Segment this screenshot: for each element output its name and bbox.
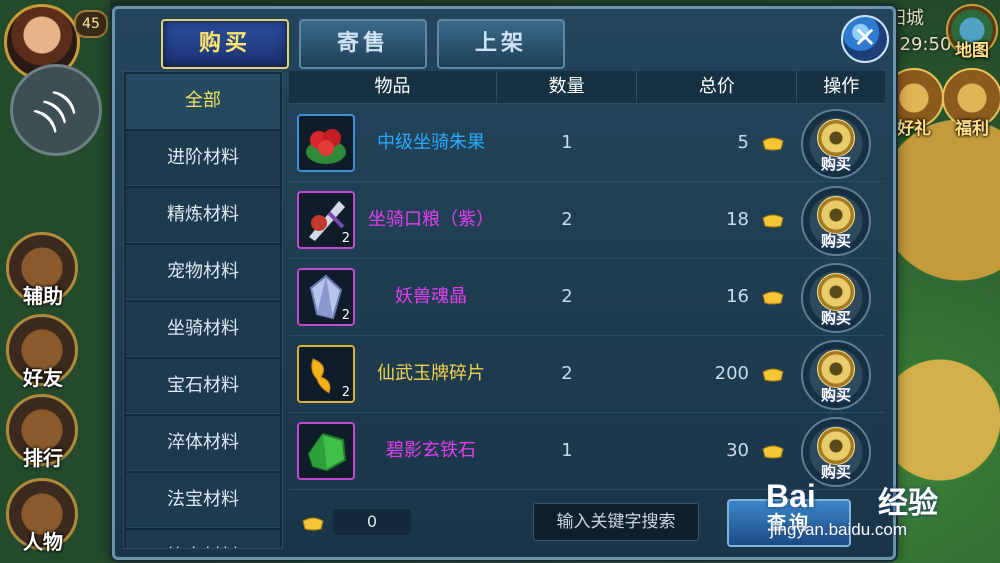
tab-list[interactable]: 上架: [437, 19, 565, 69]
item-name: 碧影玄铁石: [386, 440, 476, 461]
watermark-brand-suffix: 经验: [878, 486, 938, 521]
item-price: 5: [737, 132, 749, 153]
gold-balance: 0: [333, 509, 411, 535]
tab-buy[interactable]: 购买: [161, 19, 289, 69]
category-all[interactable]: 全部: [126, 74, 280, 129]
watermark-brand: Bai: [766, 478, 816, 514]
category-refine[interactable]: 精炼材料: [126, 188, 280, 243]
close-icon: ✕: [853, 21, 877, 54]
tab-consign[interactable]: 寄售: [299, 19, 427, 69]
buy-button[interactable]: 购买: [801, 186, 871, 256]
item-price: 30: [726, 440, 749, 461]
table-row: 2 妖兽魂晶 2 16 购买: [289, 259, 885, 336]
category-mount[interactable]: 坐骑材料: [126, 302, 280, 357]
character-label: 人物: [23, 530, 63, 554]
soul-crystal-icon[interactable]: 2: [297, 268, 355, 326]
table-row: 2 坐骑口粮（紫） 2 18 购买: [289, 182, 885, 259]
icon-stack-count: 2: [341, 231, 350, 246]
coin-icon: [817, 119, 855, 157]
map-button[interactable]: 地图: [946, 4, 998, 61]
category-treasure[interactable]: 法宝材料: [126, 473, 280, 528]
item-quantity: 2: [561, 363, 573, 384]
table-row: 中级坐骑朱果 1 5 购买: [289, 105, 885, 182]
header-quantity: 数量: [497, 71, 638, 103]
red-fruit-icon[interactable]: [297, 114, 355, 172]
jade-fragment-icon[interactable]: 2: [297, 345, 355, 403]
buy-label: 购买: [820, 232, 851, 250]
ranking-button[interactable]: 排行: [6, 394, 78, 470]
buy-label: 购买: [820, 155, 851, 173]
item-name: 仙武玉牌碎片: [377, 363, 485, 384]
table-row: 2 仙武玉牌碎片 2 200 购买: [289, 336, 885, 413]
buy-label: 购买: [820, 309, 851, 327]
category-rune[interactable]: 符文材料: [126, 530, 280, 548]
close-button[interactable]: ✕: [841, 15, 889, 63]
gold-ingot-icon: [762, 368, 784, 382]
character-button[interactable]: 人物: [6, 478, 78, 554]
welfare-label: 福利: [955, 119, 989, 139]
item-name: 中级坐骑朱果: [377, 132, 485, 153]
item-quantity: 2: [561, 286, 573, 307]
left-hud: 45 ))) 辅助 好友 排行 人物: [0, 0, 110, 563]
watermark-url: jingyan.baidu.com: [770, 520, 908, 539]
category-advance[interactable]: 进阶材料: [126, 131, 280, 186]
assist-button[interactable]: 辅助: [6, 232, 78, 308]
item-price: 16: [726, 286, 749, 307]
search-input[interactable]: 输入关键字搜索: [533, 503, 699, 541]
gold-ingot-icon: [762, 445, 784, 459]
icon-stack-count: 2: [341, 308, 350, 323]
category-pet[interactable]: 宠物材料: [126, 245, 280, 300]
item-price: 200: [714, 363, 749, 384]
icon-stack-count: 2: [341, 385, 350, 400]
item-name: 妖兽魂晶: [395, 286, 467, 307]
item-quantity: 1: [561, 440, 573, 461]
buy-label: 购买: [820, 386, 851, 404]
gold-ingot-icon: [762, 214, 784, 228]
map-label: 地图: [955, 41, 989, 61]
mount-food-icon[interactable]: 2: [297, 191, 355, 249]
baidu-watermark: Bai 经验 jingyan.baidu.com: [766, 468, 996, 558]
welfare-button[interactable]: 福利: [942, 68, 1000, 139]
header-item: 物品: [289, 71, 497, 103]
buy-button[interactable]: 购买: [801, 340, 871, 410]
buy-button[interactable]: 购买: [801, 263, 871, 333]
item-quantity: 2: [561, 209, 573, 230]
gold-ingot-icon: [762, 137, 784, 151]
header-price: 总价: [637, 71, 798, 103]
player-level-badge: 45: [74, 10, 108, 38]
network-signal-icon[interactable]: ))): [10, 64, 102, 156]
friends-label: 好友: [23, 366, 63, 390]
ranking-label: 排行: [23, 446, 63, 470]
item-name: 坐骑口粮（紫）: [368, 209, 494, 230]
category-gem[interactable]: 宝石材料: [126, 359, 280, 414]
coin-icon: [817, 427, 855, 465]
coin-icon: [817, 273, 855, 311]
item-price: 18: [726, 209, 749, 230]
gold-ingot-icon: [762, 291, 784, 305]
item-quantity: 1: [561, 132, 573, 153]
coin-icon: [817, 350, 855, 388]
green-ore-icon[interactable]: [297, 422, 355, 480]
friends-button[interactable]: 好友: [6, 314, 78, 390]
table-header: 物品 数量 总价 操作: [289, 71, 885, 104]
coin-icon: [817, 196, 855, 234]
category-sidebar: 全部 进阶材料 精炼材料 宠物材料 坐骑材料 宝石材料 淬体材料 法宝材料 符文…: [123, 71, 283, 549]
buy-button[interactable]: 购买: [801, 109, 871, 179]
header-action: 操作: [823, 76, 860, 97]
category-body[interactable]: 淬体材料: [126, 416, 280, 471]
gold-ingot-icon: [302, 517, 324, 531]
assist-label: 辅助: [23, 284, 63, 308]
